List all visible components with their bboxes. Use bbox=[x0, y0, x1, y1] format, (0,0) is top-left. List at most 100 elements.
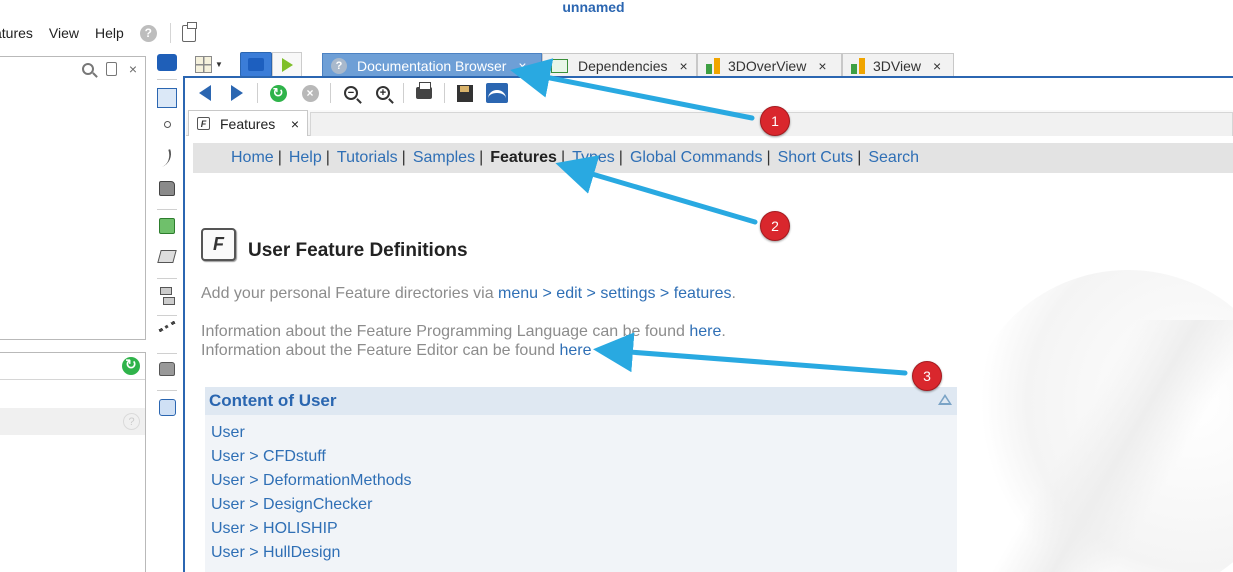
close-icon[interactable]: × bbox=[129, 61, 137, 77]
nav-separator: | bbox=[479, 149, 484, 166]
zoom-out-icon: − bbox=[344, 86, 358, 100]
forward-button[interactable] bbox=[225, 81, 249, 105]
tab-documentation-browser[interactable]: ? Documentation Browser × bbox=[322, 53, 542, 77]
nav-tutorials[interactable]: Tutorials bbox=[337, 149, 398, 167]
nav-short-cuts[interactable]: Short Cuts bbox=[778, 149, 854, 167]
clipboard-icon[interactable] bbox=[181, 21, 197, 42]
bridge-icon bbox=[486, 83, 508, 103]
help-icon[interactable]: ? bbox=[139, 24, 157, 42]
paragraph-text: Information about the Feature Editor can… bbox=[201, 342, 560, 359]
nav-global-commands[interactable]: Global Commands bbox=[630, 149, 763, 167]
refresh-icon[interactable] bbox=[122, 356, 140, 375]
point-icon[interactable] bbox=[157, 121, 177, 141]
zoom-in-icon: + bbox=[376, 86, 390, 100]
chevron-down-icon: ▼ bbox=[215, 60, 223, 69]
list-item[interactable]: User > HullDesign bbox=[211, 543, 957, 567]
save-button[interactable] bbox=[453, 81, 477, 105]
help-icon: ? bbox=[331, 57, 347, 74]
list-item[interactable]: User bbox=[211, 423, 957, 447]
stop-button[interactable]: × bbox=[298, 81, 322, 105]
nav-separator: | bbox=[857, 149, 862, 166]
nav-search[interactable]: Search bbox=[868, 149, 919, 167]
list-item[interactable]: User > DesignChecker bbox=[211, 495, 957, 519]
menu-help[interactable]: Help bbox=[95, 25, 124, 41]
search-icon[interactable] bbox=[81, 63, 94, 75]
close-icon[interactable]: × bbox=[933, 58, 941, 74]
content-of-user-section: Content of User User User > CFDstuff Use… bbox=[205, 387, 957, 572]
tab-label: 3DOverView bbox=[728, 57, 807, 74]
green-surface-icon[interactable] bbox=[157, 218, 177, 238]
nav-types[interactable]: Types bbox=[572, 149, 615, 167]
tab-3doverview[interactable]: 3DOverView × bbox=[697, 53, 842, 77]
editor-paragraph: Information about the Feature Editor can… bbox=[201, 342, 591, 360]
tab-features[interactable]: F Features × bbox=[188, 110, 308, 136]
reload-button[interactable]: ↻ bbox=[266, 81, 290, 105]
toolbar-separator bbox=[157, 209, 177, 210]
menu-separator bbox=[169, 23, 171, 43]
menu-features[interactable]: atures bbox=[0, 25, 33, 41]
annotation-badge-3: 3 bbox=[912, 361, 942, 391]
close-icon[interactable]: × bbox=[680, 58, 688, 74]
nav-help[interactable]: Help bbox=[289, 149, 322, 167]
toolbar-separator bbox=[403, 83, 404, 103]
bridge-button[interactable] bbox=[485, 81, 509, 105]
toolbar-separator bbox=[330, 83, 331, 103]
menu-bar: atures View Help ? bbox=[0, 21, 197, 44]
nav-features[interactable]: Features bbox=[490, 149, 557, 167]
settings-link[interactable]: menu > edit > settings > features bbox=[498, 285, 731, 302]
folder-view-button[interactable] bbox=[240, 52, 272, 77]
section-header[interactable]: Content of User bbox=[205, 387, 957, 415]
nav-home[interactable]: Home bbox=[231, 149, 274, 167]
menu-view[interactable]: View bbox=[49, 25, 79, 41]
toolbar-separator bbox=[444, 83, 445, 103]
nav-separator: | bbox=[618, 149, 623, 166]
brush-icon[interactable] bbox=[157, 362, 177, 382]
bars-icon bbox=[706, 57, 720, 74]
zoom-in-button[interactable]: + bbox=[371, 81, 395, 105]
editor-here-link[interactable]: here bbox=[559, 342, 591, 359]
browser-toolbar: ↻ × − + bbox=[193, 80, 517, 106]
reload-icon: ↻ bbox=[269, 84, 287, 102]
paragraph-text: . bbox=[721, 323, 726, 340]
tab-3dview[interactable]: 3DView × bbox=[842, 53, 954, 77]
toolbar-separator bbox=[157, 390, 177, 391]
window-title: unnamed bbox=[562, 0, 625, 15]
points-line-icon[interactable] bbox=[157, 320, 177, 345]
close-icon[interactable]: × bbox=[291, 116, 299, 132]
back-button[interactable] bbox=[193, 81, 217, 105]
document-icon[interactable] bbox=[105, 62, 117, 76]
folder-icon[interactable] bbox=[157, 54, 177, 71]
curve-icon[interactable] bbox=[157, 149, 177, 171]
play-button[interactable] bbox=[272, 52, 302, 77]
tree-icon[interactable] bbox=[157, 287, 177, 307]
annotation-badge-2: 2 bbox=[760, 211, 790, 241]
list-item[interactable]: User > CFDstuff bbox=[211, 447, 957, 471]
tab-label: Documentation Browser bbox=[357, 57, 507, 74]
dice-icon[interactable] bbox=[157, 399, 177, 419]
surface-icon[interactable] bbox=[157, 181, 177, 201]
stop-icon: × bbox=[301, 84, 319, 102]
tab-label: Dependencies bbox=[578, 57, 668, 74]
vertical-toolbar bbox=[154, 54, 180, 419]
tabstrip-tools: ▼ bbox=[195, 52, 302, 77]
volume-icon[interactable] bbox=[157, 250, 177, 270]
tab-dependencies[interactable]: Dependencies × bbox=[542, 53, 697, 77]
layout-button[interactable]: ▼ bbox=[195, 53, 225, 77]
print-button[interactable] bbox=[412, 81, 436, 105]
help-icon[interactable]: ? bbox=[123, 413, 140, 430]
list-item[interactable]: User > DeformationMethods bbox=[211, 471, 957, 495]
nav-separator: | bbox=[766, 149, 771, 166]
list-item[interactable]: User > HOLISHIP bbox=[211, 519, 957, 543]
toolbar-separator bbox=[157, 113, 177, 114]
zoom-out-button[interactable]: − bbox=[339, 81, 363, 105]
paragraph-text: Information about the Feature Programmin… bbox=[201, 323, 690, 340]
close-icon[interactable]: × bbox=[818, 58, 826, 74]
tab-label: Features bbox=[220, 115, 276, 132]
collapse-icon[interactable] bbox=[938, 394, 952, 405]
select-icon[interactable] bbox=[157, 88, 177, 108]
section-title: Content of User bbox=[209, 391, 337, 410]
close-icon[interactable]: × bbox=[518, 58, 526, 74]
nav-samples[interactable]: Samples bbox=[413, 149, 475, 167]
language-here-link[interactable]: here bbox=[689, 323, 721, 340]
page-header: F User Feature Definitions bbox=[201, 226, 468, 262]
